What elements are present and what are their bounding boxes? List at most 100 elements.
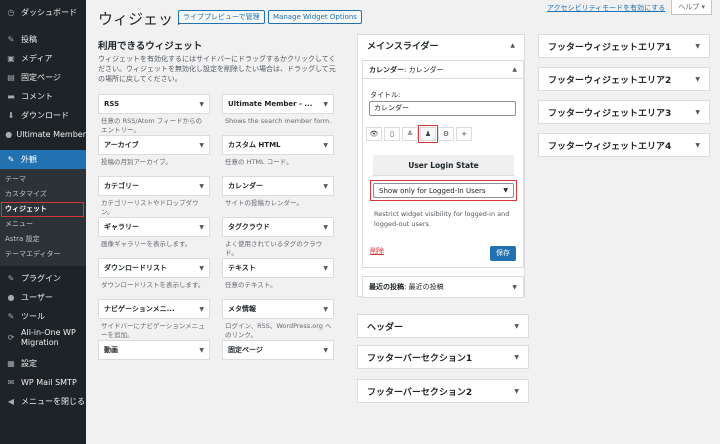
submenu-themes[interactable]: テーマ (0, 172, 86, 187)
menu-collapse[interactable]: ◀ メニューを閉じる (0, 392, 86, 411)
widget-draggable[interactable]: 固定ページ ▼ (222, 340, 334, 360)
menu-tools[interactable]: ✎ ツール (0, 307, 86, 326)
caret-down-icon[interactable]: ▼ (323, 265, 328, 272)
visibility-tab-eye-icon[interactable]: 👁 (366, 127, 382, 141)
widget-description (98, 360, 210, 363)
caret-down-icon[interactable]: ▼ (512, 284, 517, 291)
menu-settings[interactable]: ▦ 設定 (0, 354, 86, 373)
widget-draggable[interactable]: カレンダー ▼ (222, 176, 334, 196)
caret-down-icon[interactable]: ▼ (199, 306, 204, 313)
add-tab-plus-icon[interactable]: + (456, 127, 472, 141)
sidebar-area-footer-widget-2[interactable]: フッターウィジェットエリア2 ▼ (538, 67, 710, 91)
admin-sidebar: ◷ ダッシュボード ✎ 投稿 ▣ メディア ▤ 固定ページ ▬ コメント ⬇ ダウンロード … (0, 0, 86, 444)
area-title: フッターバーセクション1 (367, 353, 473, 364)
widget-name: メタ情報 (228, 305, 256, 313)
menu-dashboard[interactable]: ◷ ダッシュボード (0, 3, 86, 22)
widget-draggable[interactable]: カスタム HTML ▼ (222, 135, 334, 155)
menu-label: All-in-One WP Migration (21, 328, 76, 348)
widget-name: カレンダー (369, 65, 404, 74)
widget-draggable[interactable]: カテゴリー ▼ (98, 176, 210, 196)
menu-appearance[interactable]: ✎ 外観 (0, 150, 86, 169)
widget-name: 最近の投稿 (369, 283, 404, 291)
caret-down-icon[interactable]: ▼ (695, 109, 700, 116)
widget-draggable[interactable]: アーカイブ ▼ (98, 135, 210, 155)
caret-down-icon[interactable]: ▼ (199, 183, 204, 190)
devices-tab-mobile-icon[interactable]: ▯ (384, 127, 400, 141)
live-preview-button[interactable]: ライブプレビューで管理 (178, 10, 265, 24)
widget-draggable[interactable]: ナビゲーションメニ... ▼ (98, 299, 210, 319)
caret-up-icon[interactable]: ▲ (512, 66, 517, 73)
caret-down-icon[interactable]: ▼ (514, 323, 519, 330)
caret-down-icon[interactable]: ▼ (199, 347, 204, 354)
delete-link[interactable]: 削除 (370, 246, 384, 256)
widget-draggable[interactable]: タグクラウド ▼ (222, 217, 334, 237)
login-state-select[interactable]: Show only for Logged-In Users ▼ (373, 183, 514, 198)
save-button[interactable]: 保存 (490, 246, 516, 261)
caret-down-icon[interactable]: ▼ (695, 43, 700, 50)
sidebar-area-header[interactable]: ヘッダー ▼ (357, 314, 529, 338)
title-input[interactable]: カレンダー (369, 101, 516, 116)
menu-all-in-one-wp-migration[interactable]: ⟳ All-in-One WP Migration (0, 326, 86, 350)
caret-down-icon[interactable]: ▼ (323, 101, 328, 108)
widget-draggable[interactable]: 動画 ▼ (98, 340, 210, 360)
recent-posts-widget[interactable]: 最近の投稿: 最近の投稿 ▼ (362, 276, 524, 298)
sidebar-area-footer-widget-1[interactable]: フッターウィジェットエリア1 ▼ (538, 34, 710, 58)
widget-draggable[interactable]: メタ情報 ▼ (222, 299, 334, 319)
help-tab[interactable]: ヘルプ ▾ (671, 0, 712, 15)
widget-draggable[interactable]: RSS ▼ (98, 94, 210, 114)
caret-down-icon[interactable]: ▼ (323, 306, 328, 313)
submenu-astra-settings[interactable]: Astra 設定 (0, 232, 86, 247)
caret-down-icon[interactable]: ▼ (323, 224, 328, 231)
menu-pages[interactable]: ▤ 固定ページ (0, 68, 86, 87)
caret-down-icon[interactable]: ▼ (514, 388, 519, 395)
settings-icon: ▦ (7, 359, 15, 368)
widget-item: カスタム HTML ▼ 任意の HTML コード。 (222, 135, 334, 176)
menu-label: メニューを閉じる (21, 397, 85, 406)
area-header[interactable]: メインスライダー ▲ (358, 35, 524, 55)
alignment-tab-icon[interactable]: ≛ (402, 127, 418, 141)
submenu-menus[interactable]: メニュー (0, 217, 86, 232)
mail-icon: ✉ (7, 378, 15, 387)
widget-draggable[interactable]: Ultimate Member - ... ▼ (222, 94, 334, 114)
widget-draggable[interactable]: テキスト ▼ (222, 258, 334, 278)
menu-media[interactable]: ▣ メディア (0, 49, 86, 68)
widget-name: ギャラリー (104, 223, 139, 231)
caret-down-icon[interactable]: ▼ (199, 142, 204, 149)
user-login-state-tab-user-icon[interactable]: ♟ (418, 125, 438, 143)
sidebar-area-footer-bar-2[interactable]: フッターバーセクション2 ▼ (357, 379, 529, 403)
submenu-customize[interactable]: カスタマイズ (0, 187, 86, 202)
caret-down-icon[interactable]: ▼ (695, 76, 700, 83)
widget-draggable[interactable]: ギャラリー ▼ (98, 217, 210, 237)
caret-down-icon[interactable]: ▼ (199, 101, 204, 108)
submenu-widgets[interactable]: ウィジェット (1, 202, 84, 217)
menu-wp-mail-smtp[interactable]: ✉ WP Mail SMTP (0, 373, 86, 392)
caret-down-icon[interactable]: ▼ (514, 354, 519, 361)
widget-options-tabs: 👁 ▯ ≛ ♟ ⚙ + (366, 125, 474, 143)
page-title: ウィジェット (98, 10, 189, 28)
menu-download[interactable]: ⬇ ダウンロード (0, 106, 86, 125)
menu-users[interactable]: ● ユーザー (0, 288, 86, 307)
available-widgets-title: 利用できるウィジェット (98, 41, 203, 52)
caret-down-icon[interactable]: ▼ (695, 142, 700, 149)
menu-plugins[interactable]: ✎ プラグイン (0, 269, 86, 288)
widget-draggable[interactable]: ダウンロードリスト ▼ (98, 258, 210, 278)
widget-description: 投稿の月別アーカイブ。 (101, 158, 172, 166)
manage-widget-options-button[interactable]: Manage Widget Options (268, 10, 362, 24)
menu-ultimate-member[interactable]: ● Ultimate Member (0, 125, 86, 144)
caret-up-icon[interactable]: ▲ (510, 42, 515, 49)
settings-tab-gear-icon[interactable]: ⚙ (438, 127, 454, 141)
accessibility-mode-link[interactable]: アクセシビリティモードを有効にする (547, 3, 665, 13)
widget-header[interactable]: カレンダー: カレンダー ▲ (363, 61, 523, 79)
sidebar-area-footer-bar-1[interactable]: フッターバーセクション1 ▼ (357, 345, 529, 369)
caret-down-icon[interactable]: ▼ (199, 265, 204, 272)
widget-description: ダウンロードリストを表示します。 (101, 281, 205, 289)
caret-down-icon[interactable]: ▼ (323, 142, 328, 149)
sidebar-area-footer-widget-4[interactable]: フッターウィジェットエリア4 ▼ (538, 133, 710, 157)
submenu-theme-editor[interactable]: テーマエディター (0, 247, 86, 262)
caret-down-icon[interactable]: ▼ (199, 224, 204, 231)
menu-comments[interactable]: ▬ コメント (0, 87, 86, 106)
caret-down-icon[interactable]: ▼ (323, 183, 328, 190)
caret-down-icon[interactable]: ▼ (323, 347, 328, 354)
menu-posts[interactable]: ✎ 投稿 (0, 30, 86, 49)
sidebar-area-footer-widget-3[interactable]: フッターウィジェットエリア3 ▼ (538, 100, 710, 124)
